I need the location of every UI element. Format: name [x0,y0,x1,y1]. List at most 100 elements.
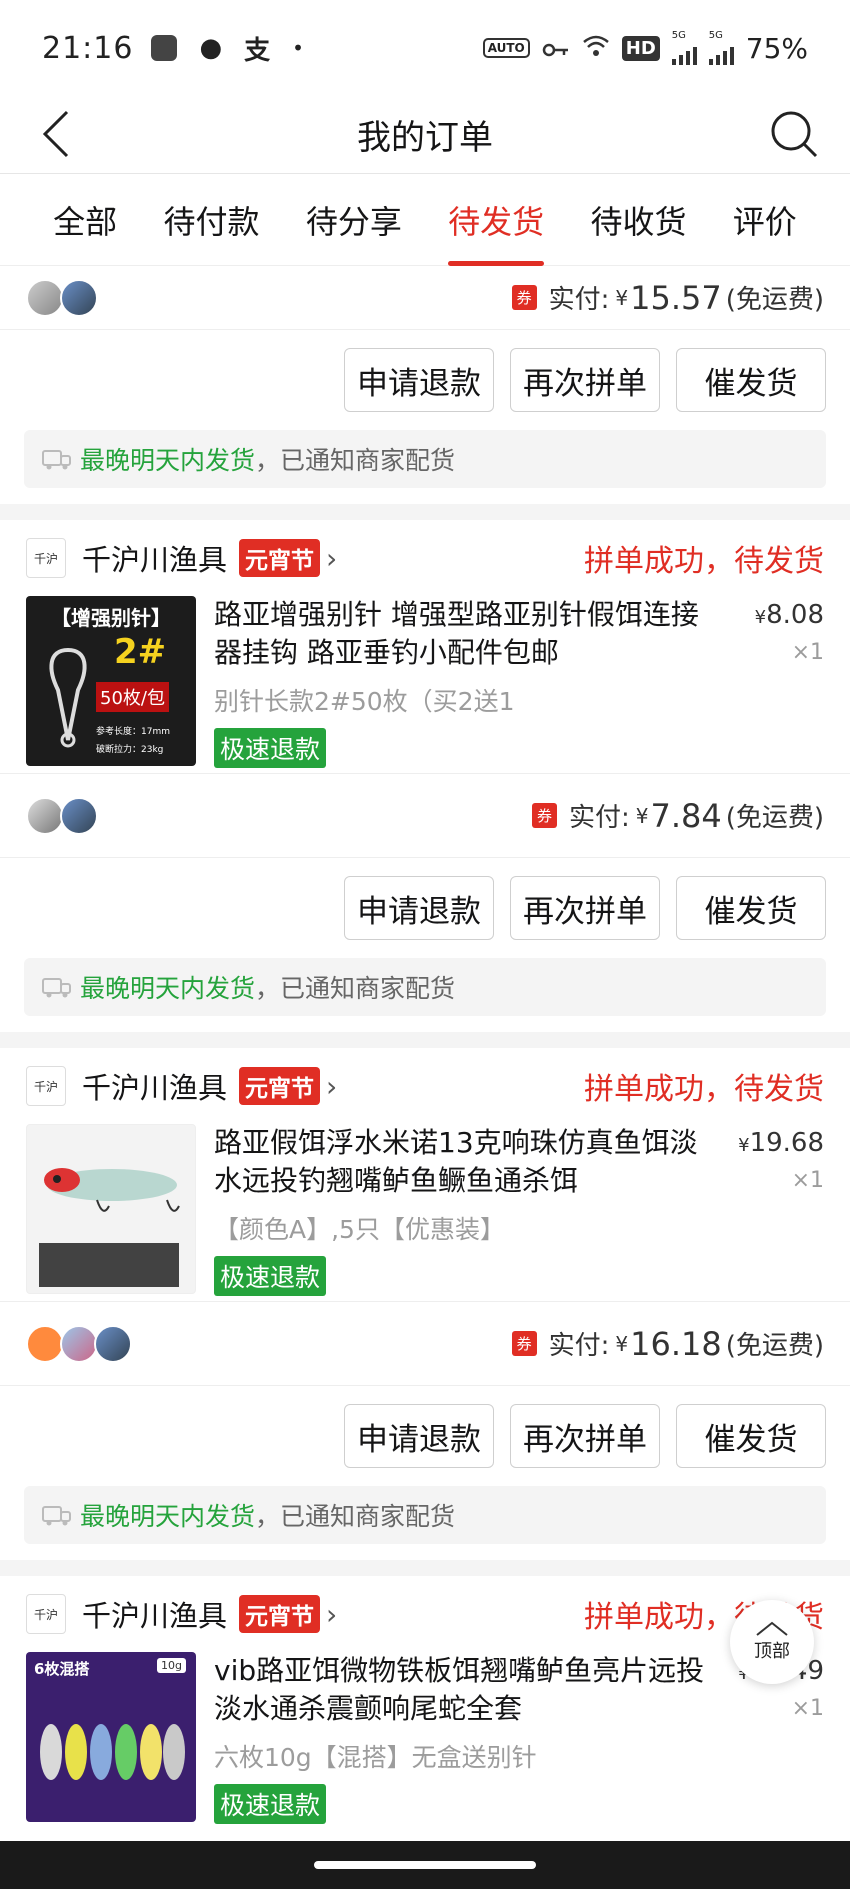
shipping-notice: 最晚明天内发货 ，已通知商家配货 [24,430,826,488]
fast-refund-badge: 极速退款 [214,1784,327,1824]
vib-lures-image [40,1724,185,1780]
auto-hz-icon: AUTO [482,38,530,58]
festival-badge: 元宵节 [239,1595,321,1633]
paid-amount: 券 实付: ¥ 16.18 (免运费) [511,1325,824,1363]
system-nav-bar [0,1841,850,1889]
order-payment-row: 券 实付: ¥ 7.84 (免运费) [0,774,850,858]
coupon-badge: 券 [511,1331,537,1356]
minnow-lure-image [39,1168,180,1287]
shipping-notice: 最晚明天内发货 ，已通知商家配货 [24,958,826,1016]
tab-pending-share[interactable]: 待分享 [306,174,402,266]
fast-refund-badge: 极速退款 [214,728,327,768]
nav-bar: 我的订单 [0,96,850,174]
order-divider [0,1032,850,1048]
shop-logo: 千沪 [26,1066,66,1106]
search-icon [771,111,818,158]
alipay-icon: 支 [244,35,271,66]
goods-qty: ×1 [791,640,824,665]
regroup-button[interactable]: 再次拼单 [510,876,660,940]
shop-logo: 千沪 [26,1594,66,1634]
paid-amount: 券 实付: ¥ 7.84 (免运费) [531,797,824,835]
status-time: 21:16 [42,30,134,66]
paid-amount: 券 实付: ¥ 15.57 (免运费) [511,279,824,317]
wechat-icon: ● [199,33,223,63]
goods-qty: ×1 [791,1168,824,1193]
truck-icon [42,978,71,998]
goods-item[interactable]: 【增强别针】 2# 50枚/包 参考长度：17mm 破断拉力：23kg 路亚增强… [0,596,850,774]
avatar [26,278,64,317]
shop-header[interactable]: 千沪 千沪川渔具 元宵节 › 拼单成功，待发货 [0,520,850,596]
truck-icon [42,450,71,470]
signal-icon-2: 5G [708,31,734,65]
app-notification-icon [151,35,178,61]
avatar [60,278,98,317]
order-actions: 申请退款 再次拼单 催发货 [0,330,850,430]
shop-logo: 千沪 [26,538,66,578]
wifi-icon [582,32,610,65]
goods-item[interactable]: 6枚混搭 10g vib路亚饵微物铁板饵翘嘴鲈鱼亮片远投淡水通杀震颤响尾蛇全套 … [0,1652,850,1830]
goods-spec: 【颜色A】,5只【优惠装】 [214,1215,505,1244]
status-bar: 21:16 ● 支 • AUTO HD 5G 5G 75% [0,0,850,96]
home-indicator[interactable] [314,1861,536,1869]
status-right: AUTO HD 5G 5G 75% [482,31,808,65]
goods-price: ¥8.08 [754,600,824,630]
goods-info: 路亚假饵浮水米诺13克响珠仿真鱼饵淡水远投钓翘嘴鲈鱼鳜鱼通杀饵 【颜色A】,5只… [196,1124,824,1301]
battery-level: 75% [745,31,808,65]
truck-icon [42,1506,71,1526]
group-avatars [26,796,98,835]
notification-icons: ● 支 • [151,30,304,67]
signal-icon-1: 5G [671,31,697,65]
dot-icon: • [292,36,304,60]
shipping-notice: 最晚明天内发货 ，已通知商家配货 [24,1486,826,1544]
goods-spec: 别针长款2#50枚（买2送1 [214,687,515,716]
regroup-button[interactable]: 再次拼单 [510,348,660,412]
regroup-button[interactable]: 再次拼单 [510,1404,660,1468]
coupon-badge: 券 [511,285,537,310]
back-to-top-button[interactable]: 顶部 [730,1600,814,1684]
avatar [26,796,64,835]
request-refund-button[interactable]: 申请退款 [344,1404,494,1468]
goods-item[interactable]: 路亚假饵浮水米诺13克响珠仿真鱼饵淡水远投钓翘嘴鲈鱼鳜鱼通杀饵 【颜色A】,5只… [0,1124,850,1302]
group-avatars [26,278,98,317]
avatar [60,1324,98,1363]
chevron-right-icon: › [326,1597,338,1631]
tab-review[interactable]: 评价 [733,174,797,266]
goods-price: ¥19.68 [738,1128,824,1158]
page-title: 我的订单 [357,118,493,158]
goods-thumbnail: 【增强别针】 2# 50枚/包 参考长度：17mm 破断拉力：23kg [26,596,196,766]
goods-thumbnail: 6枚混搭 10g [26,1652,196,1822]
goods-name: vib路亚饵微物铁板饵翘嘴鲈鱼亮片远投淡水通杀震颤响尾蛇全套 [214,1654,705,1725]
order-divider [0,1560,850,1576]
search-button[interactable] [764,104,824,164]
shop-header[interactable]: 千沪 千沪川渔具 元宵节 › 拼单成功，待发货 [0,1576,850,1652]
tab-pending-receipt[interactable]: 待收货 [590,174,686,266]
shop-name: 千沪川渔具 [82,1599,228,1633]
tab-all[interactable]: 全部 [53,174,117,266]
order-status: 拼单成功，待发货 [584,1072,824,1107]
shop-name: 千沪川渔具 [82,1071,228,1105]
urge-shipment-button[interactable]: 催发货 [676,1404,826,1468]
coupon-badge: 券 [531,803,557,828]
urge-shipment-button[interactable]: 催发货 [676,876,826,940]
goods-name: 路亚假饵浮水米诺13克响珠仿真鱼饵淡水远投钓翘嘴鲈鱼鳜鱼通杀饵 [214,1126,698,1197]
goods-qty: ×1 [791,1696,824,1721]
shop-name: 千沪川渔具 [82,543,228,577]
tab-pending-shipment[interactable]: 待发货 [448,174,545,266]
order-status: 拼单成功，待发货 [584,544,824,579]
chevron-right-icon: › [326,1069,338,1103]
order-payment-row: 券 实付: ¥ 16.18 (免运费) [0,1302,850,1386]
avatar [94,1324,132,1363]
urge-shipment-button[interactable]: 催发货 [676,348,826,412]
request-refund-button[interactable]: 申请退款 [344,876,494,940]
festival-badge: 元宵节 [239,539,321,577]
hd-icon: HD [621,35,660,61]
tab-pending-payment[interactable]: 待付款 [163,174,259,266]
festival-badge: 元宵节 [239,1067,321,1105]
fast-refund-badge: 极速退款 [214,1256,327,1296]
request-refund-button[interactable]: 申请退款 [344,348,494,412]
order-actions: 申请退款 再次拼单 催发货 [0,1386,850,1486]
back-button[interactable] [26,104,86,164]
shop-header[interactable]: 千沪 千沪川渔具 元宵节 › 拼单成功，待发货 [0,1048,850,1124]
order-actions: 申请退款 再次拼单 催发货 [0,858,850,958]
goods-info: vib路亚饵微物铁板饵翘嘴鲈鱼亮片远投淡水通杀震颤响尾蛇全套 六枚10g【混搭】… [196,1652,824,1830]
